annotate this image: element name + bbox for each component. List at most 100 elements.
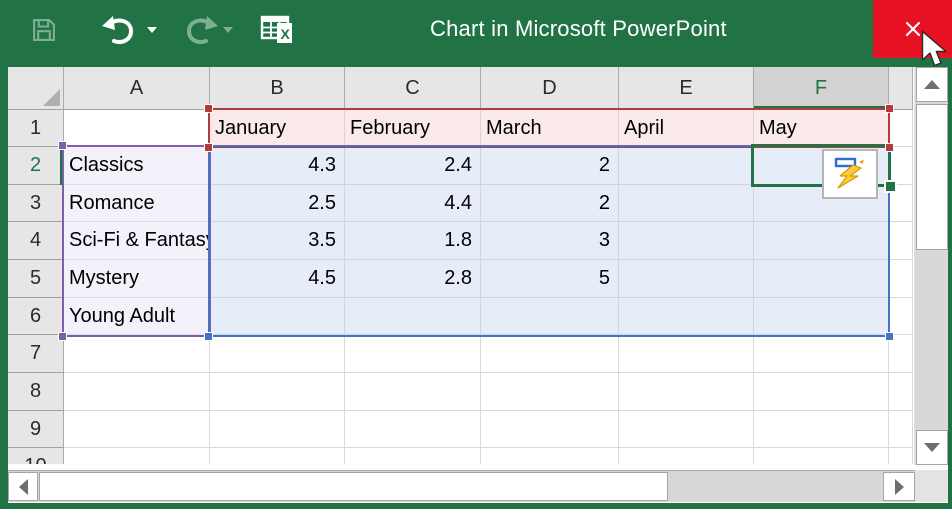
- scroll-up-button[interactable]: [916, 67, 948, 102]
- cell-F8[interactable]: [754, 373, 889, 411]
- cell-E8[interactable]: [619, 373, 754, 411]
- cell-D1[interactable]: March: [481, 110, 619, 147]
- row-header-3[interactable]: 3: [8, 185, 64, 222]
- cell-A6[interactable]: Young Adult: [64, 298, 210, 335]
- row-header-7[interactable]: 7: [8, 335, 64, 373]
- row-header-2[interactable]: 2: [8, 147, 64, 185]
- cell-partial-1[interactable]: [889, 110, 913, 147]
- undo-button[interactable]: [100, 15, 136, 47]
- cell-F9[interactable]: [754, 411, 889, 448]
- cell-B7[interactable]: [210, 335, 345, 373]
- cell-A7[interactable]: [64, 335, 210, 373]
- cell-D5[interactable]: 5: [481, 260, 619, 298]
- cell-A1[interactable]: [64, 110, 210, 147]
- cell-partial-8[interactable]: [889, 373, 913, 411]
- cell-C5[interactable]: 2.8: [345, 260, 481, 298]
- save-button[interactable]: [30, 16, 58, 44]
- cell-D3[interactable]: 2: [481, 185, 619, 222]
- range-handle[interactable]: [58, 332, 67, 341]
- cell-partial-9[interactable]: [889, 411, 913, 448]
- cell-D8[interactable]: [481, 373, 619, 411]
- cell-C6[interactable]: [345, 298, 481, 335]
- cell-F10[interactable]: [754, 448, 889, 464]
- cell-B3[interactable]: 2.5: [210, 185, 345, 222]
- vertical-scrollbar[interactable]: [914, 67, 948, 465]
- cell-D10[interactable]: [481, 448, 619, 464]
- redo-button[interactable]: [184, 15, 220, 47]
- cell-partial-10[interactable]: [889, 448, 913, 464]
- cell-F6[interactable]: [754, 298, 889, 335]
- cell-partial-6[interactable]: [889, 298, 913, 335]
- cell-C10[interactable]: [345, 448, 481, 464]
- scroll-down-button[interactable]: [916, 430, 948, 465]
- horizontal-scrollbar-thumb[interactable]: [39, 472, 668, 501]
- cell-B2[interactable]: 4.3: [210, 147, 345, 185]
- cell-E6[interactable]: [619, 298, 754, 335]
- range-handle[interactable]: [885, 332, 894, 341]
- scroll-right-button[interactable]: [883, 472, 915, 501]
- cell-F1[interactable]: May: [754, 110, 889, 147]
- row-header-4[interactable]: 4: [8, 222, 64, 260]
- select-all-button[interactable]: [8, 67, 64, 110]
- range-handle[interactable]: [204, 332, 213, 341]
- cell-E4[interactable]: [619, 222, 754, 260]
- cell-E5[interactable]: [619, 260, 754, 298]
- undo-dropdown-button[interactable]: [147, 27, 157, 33]
- cell-B6[interactable]: [210, 298, 345, 335]
- cell-F4[interactable]: [754, 222, 889, 260]
- cell-A8[interactable]: [64, 373, 210, 411]
- horizontal-scrollbar[interactable]: [8, 470, 915, 502]
- row-header-1[interactable]: 1: [8, 110, 64, 147]
- column-header-E[interactable]: E: [619, 67, 754, 110]
- cell-A10[interactable]: [64, 448, 210, 464]
- cell-C4[interactable]: 1.8: [345, 222, 481, 260]
- row-header-8[interactable]: 8: [8, 373, 64, 411]
- redo-dropdown-button[interactable]: [223, 27, 233, 33]
- column-header-F[interactable]: F: [754, 67, 889, 110]
- cell-A9[interactable]: [64, 411, 210, 448]
- cell-D9[interactable]: [481, 411, 619, 448]
- cell-B1[interactable]: January: [210, 110, 345, 147]
- cell-B9[interactable]: [210, 411, 345, 448]
- cell-F5[interactable]: [754, 260, 889, 298]
- range-handle[interactable]: [58, 141, 67, 150]
- cell-B4[interactable]: 3.5: [210, 222, 345, 260]
- cell-partial-5[interactable]: [889, 260, 913, 298]
- column-header-D[interactable]: D: [481, 67, 619, 110]
- row-header-10[interactable]: 10: [8, 448, 64, 464]
- row-header-6[interactable]: 6: [8, 298, 64, 335]
- column-header-B[interactable]: B: [210, 67, 345, 110]
- cell-F7[interactable]: [754, 335, 889, 373]
- close-button[interactable]: [873, 0, 952, 58]
- cell-C7[interactable]: [345, 335, 481, 373]
- vertical-scrollbar-thumb[interactable]: [916, 104, 948, 250]
- cell-A3[interactable]: Romance: [64, 185, 210, 222]
- range-handle[interactable]: [885, 104, 894, 113]
- cell-E7[interactable]: [619, 335, 754, 373]
- cell-E10[interactable]: [619, 448, 754, 464]
- range-handle[interactable]: [204, 104, 213, 113]
- range-handle[interactable]: [204, 143, 213, 152]
- cell-A5[interactable]: Mystery: [64, 260, 210, 298]
- cell-B8[interactable]: [210, 373, 345, 411]
- range-handle[interactable]: [885, 143, 894, 152]
- cell-C9[interactable]: [345, 411, 481, 448]
- column-header-A[interactable]: A: [64, 67, 210, 110]
- column-header-C[interactable]: C: [345, 67, 481, 110]
- cell-C1[interactable]: February: [345, 110, 481, 147]
- cell-A4[interactable]: Sci-Fi & Fantasy: [64, 222, 210, 260]
- scroll-left-button[interactable]: [8, 472, 38, 501]
- cell-C3[interactable]: 4.4: [345, 185, 481, 222]
- cell-D7[interactable]: [481, 335, 619, 373]
- cell-C8[interactable]: [345, 373, 481, 411]
- cell-B10[interactable]: [210, 448, 345, 464]
- fill-handle[interactable]: [884, 180, 897, 193]
- cell-E9[interactable]: [619, 411, 754, 448]
- cell-D4[interactable]: 3: [481, 222, 619, 260]
- flash-fill-options-button[interactable]: [822, 149, 878, 199]
- cell-E2[interactable]: [619, 147, 754, 185]
- cell-B5[interactable]: 4.5: [210, 260, 345, 298]
- cell-partial-4[interactable]: [889, 222, 913, 260]
- cell-D2[interactable]: 2: [481, 147, 619, 185]
- cell-E1[interactable]: April: [619, 110, 754, 147]
